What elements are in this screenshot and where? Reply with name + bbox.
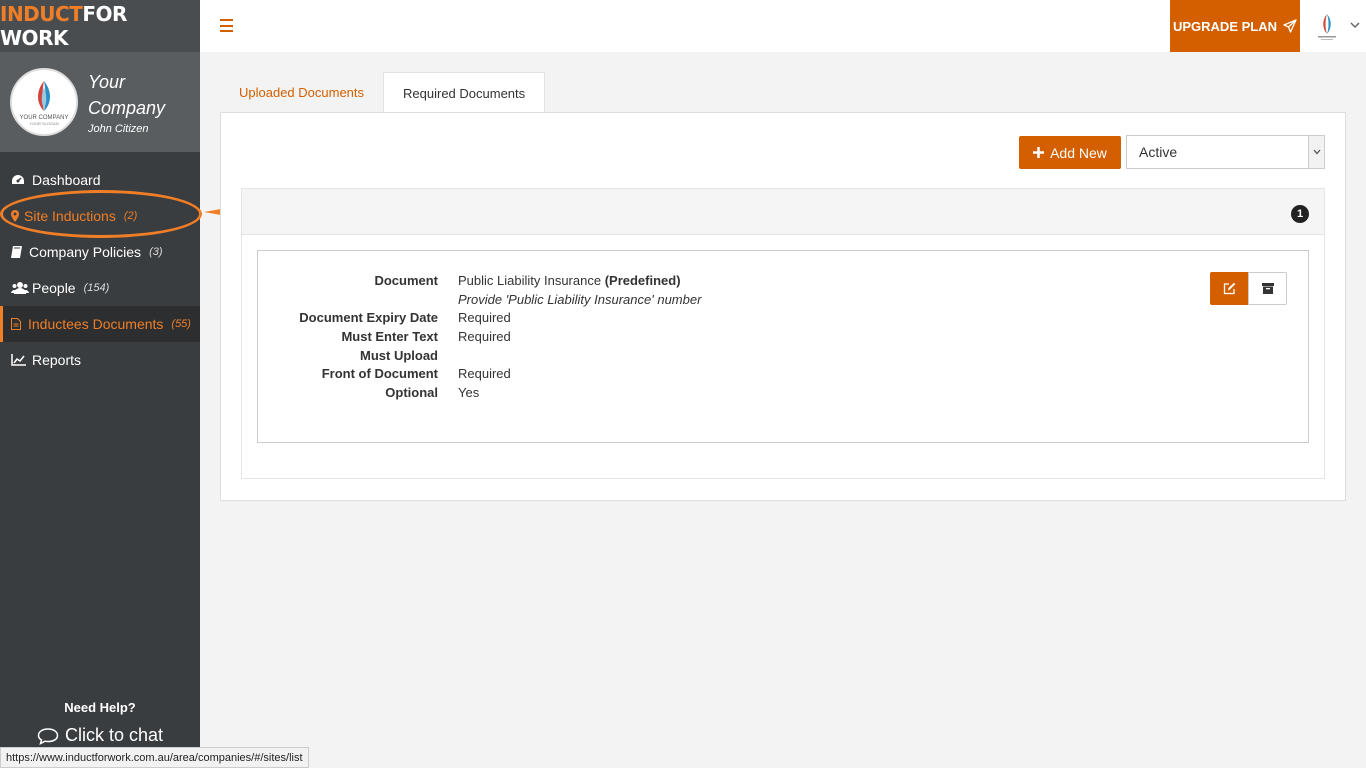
required-documents-panel: Add New Active 1 Document Public Liabili… — [220, 112, 1346, 501]
document-group-header: 1 — [242, 189, 1324, 235]
chevron-down-icon — [1308, 136, 1324, 168]
expiry-date-row: Document Expiry Date Required — [258, 310, 511, 325]
upgrade-label: UPGRADE PLAN — [1172, 18, 1277, 34]
sidebar-item-label: Reports — [32, 352, 82, 368]
row-label: Must Upload — [360, 348, 438, 363]
sidebar-item-count: (3) — [149, 246, 163, 258]
document-description-row: Provide 'Public Liability Insurance' num… — [258, 292, 701, 307]
chat-bubble-icon — [37, 727, 59, 745]
document-tabs: Uploaded Documents Required Documents — [220, 72, 546, 113]
sidebar-item-inductees-documents[interactable]: Inductees Documents (55) — [0, 306, 200, 342]
document-predefined-flag: (Predefined) — [604, 273, 681, 288]
plus-icon — [1033, 147, 1045, 158]
paper-plane-icon — [1283, 19, 1297, 33]
users-icon — [10, 282, 30, 294]
row-label: Document — [374, 273, 438, 288]
document-card: Document Public Liability Insurance (Pre… — [257, 250, 1309, 443]
document-description: Provide 'Public Liability Insurance' num… — [458, 292, 702, 307]
chat-label: Click to chat — [64, 725, 164, 745]
row-label — [258, 292, 438, 307]
help-section: Need Help? Click to chat — [0, 700, 200, 746]
line-chart-icon — [10, 354, 26, 366]
status-filter-value: Active — [1139, 144, 1178, 160]
document-group: 1 Document Public Liability Insurance (P… — [241, 188, 1325, 479]
sidebar: INDUCTFOR WORK YOUR COMPANY YOUR SLOGAN … — [0, 0, 200, 768]
company-logo-tag: YOUR SLOGAN — [29, 120, 59, 126]
book-icon — [10, 246, 23, 258]
status-filter-select[interactable]: Active — [1126, 135, 1325, 169]
profile-card: YOUR COMPANY YOUR SLOGAN Your Company Jo… — [0, 52, 200, 152]
sidebar-item-count: (55) — [171, 318, 191, 330]
row-value: Required — [458, 329, 511, 344]
sidebar-item-company-policies[interactable]: Company Policies (3) — [0, 234, 200, 270]
front-of-document-row: Front of Document Required — [258, 366, 511, 381]
upgrade-plan-button[interactable]: UPGRADE PLAN — [1170, 0, 1300, 52]
document-name: Public Liability Insurance — [458, 273, 602, 288]
archive-button[interactable] — [1248, 272, 1287, 305]
sidebar-item-label: Inductees Documents — [28, 316, 164, 332]
sidebar-item-label: Dashboard — [32, 172, 101, 188]
sidebar-item-label: Company Policies — [29, 244, 142, 260]
sidebar-item-label: People — [32, 280, 76, 296]
company-name: Your Company — [88, 72, 166, 118]
row-label: Must Enter Text — [341, 329, 438, 344]
row-label: Optional — [385, 385, 438, 400]
row-value: Required — [458, 366, 511, 381]
company-avatar[interactable]: YOUR COMPANY YOUR SLOGAN — [10, 68, 78, 136]
sidebar-item-reports[interactable]: Reports — [0, 342, 200, 378]
document-icon — [10, 318, 22, 330]
sidebar-item-people[interactable]: People (154) — [0, 270, 200, 306]
document-row: Document Public Liability Insurance (Pre… — [258, 273, 681, 288]
brand-logo[interactable]: INDUCTFOR WORK — [0, 0, 200, 52]
dashboard-icon — [10, 174, 26, 186]
row-label: Document Expiry Date — [299, 310, 438, 325]
chevron-down-icon[interactable] — [1350, 20, 1360, 30]
edit-icon — [1223, 282, 1236, 295]
company-logo-icon — [38, 80, 50, 111]
add-new-label: Add New — [1050, 144, 1107, 161]
must-enter-text-row: Must Enter Text Required — [258, 329, 511, 344]
tab-required-documents[interactable]: Required Documents — [383, 72, 546, 113]
row-value: Required — [458, 310, 511, 325]
archive-icon — [1261, 283, 1274, 294]
row-value: Yes — [458, 385, 480, 400]
user-avatar[interactable] — [1312, 12, 1342, 42]
brand-part1: INDUCT — [0, 2, 83, 26]
count-badge: 1 — [1291, 205, 1309, 223]
topbar: UPGRADE PLAN — [200, 0, 1366, 52]
user-name: John Citizen — [88, 123, 149, 135]
sidebar-item-count: (154) — [83, 282, 110, 294]
chat-link[interactable]: Click to chat — [0, 725, 200, 746]
highlight-ring — [0, 190, 202, 238]
tab-uploaded-documents[interactable]: Uploaded Documents — [220, 72, 383, 112]
must-upload-row: Must Upload — [258, 348, 458, 363]
help-title: Need Help? — [64, 700, 136, 715]
menu-toggle-icon[interactable] — [220, 19, 233, 32]
row-label: Front of Document — [321, 366, 438, 381]
add-new-button[interactable]: Add New — [1019, 136, 1121, 169]
browser-status-bar: https://www.inductforwork.com.au/area/co… — [0, 747, 309, 768]
edit-button[interactable] — [1210, 272, 1249, 305]
optional-row: Optional Yes — [258, 385, 479, 400]
